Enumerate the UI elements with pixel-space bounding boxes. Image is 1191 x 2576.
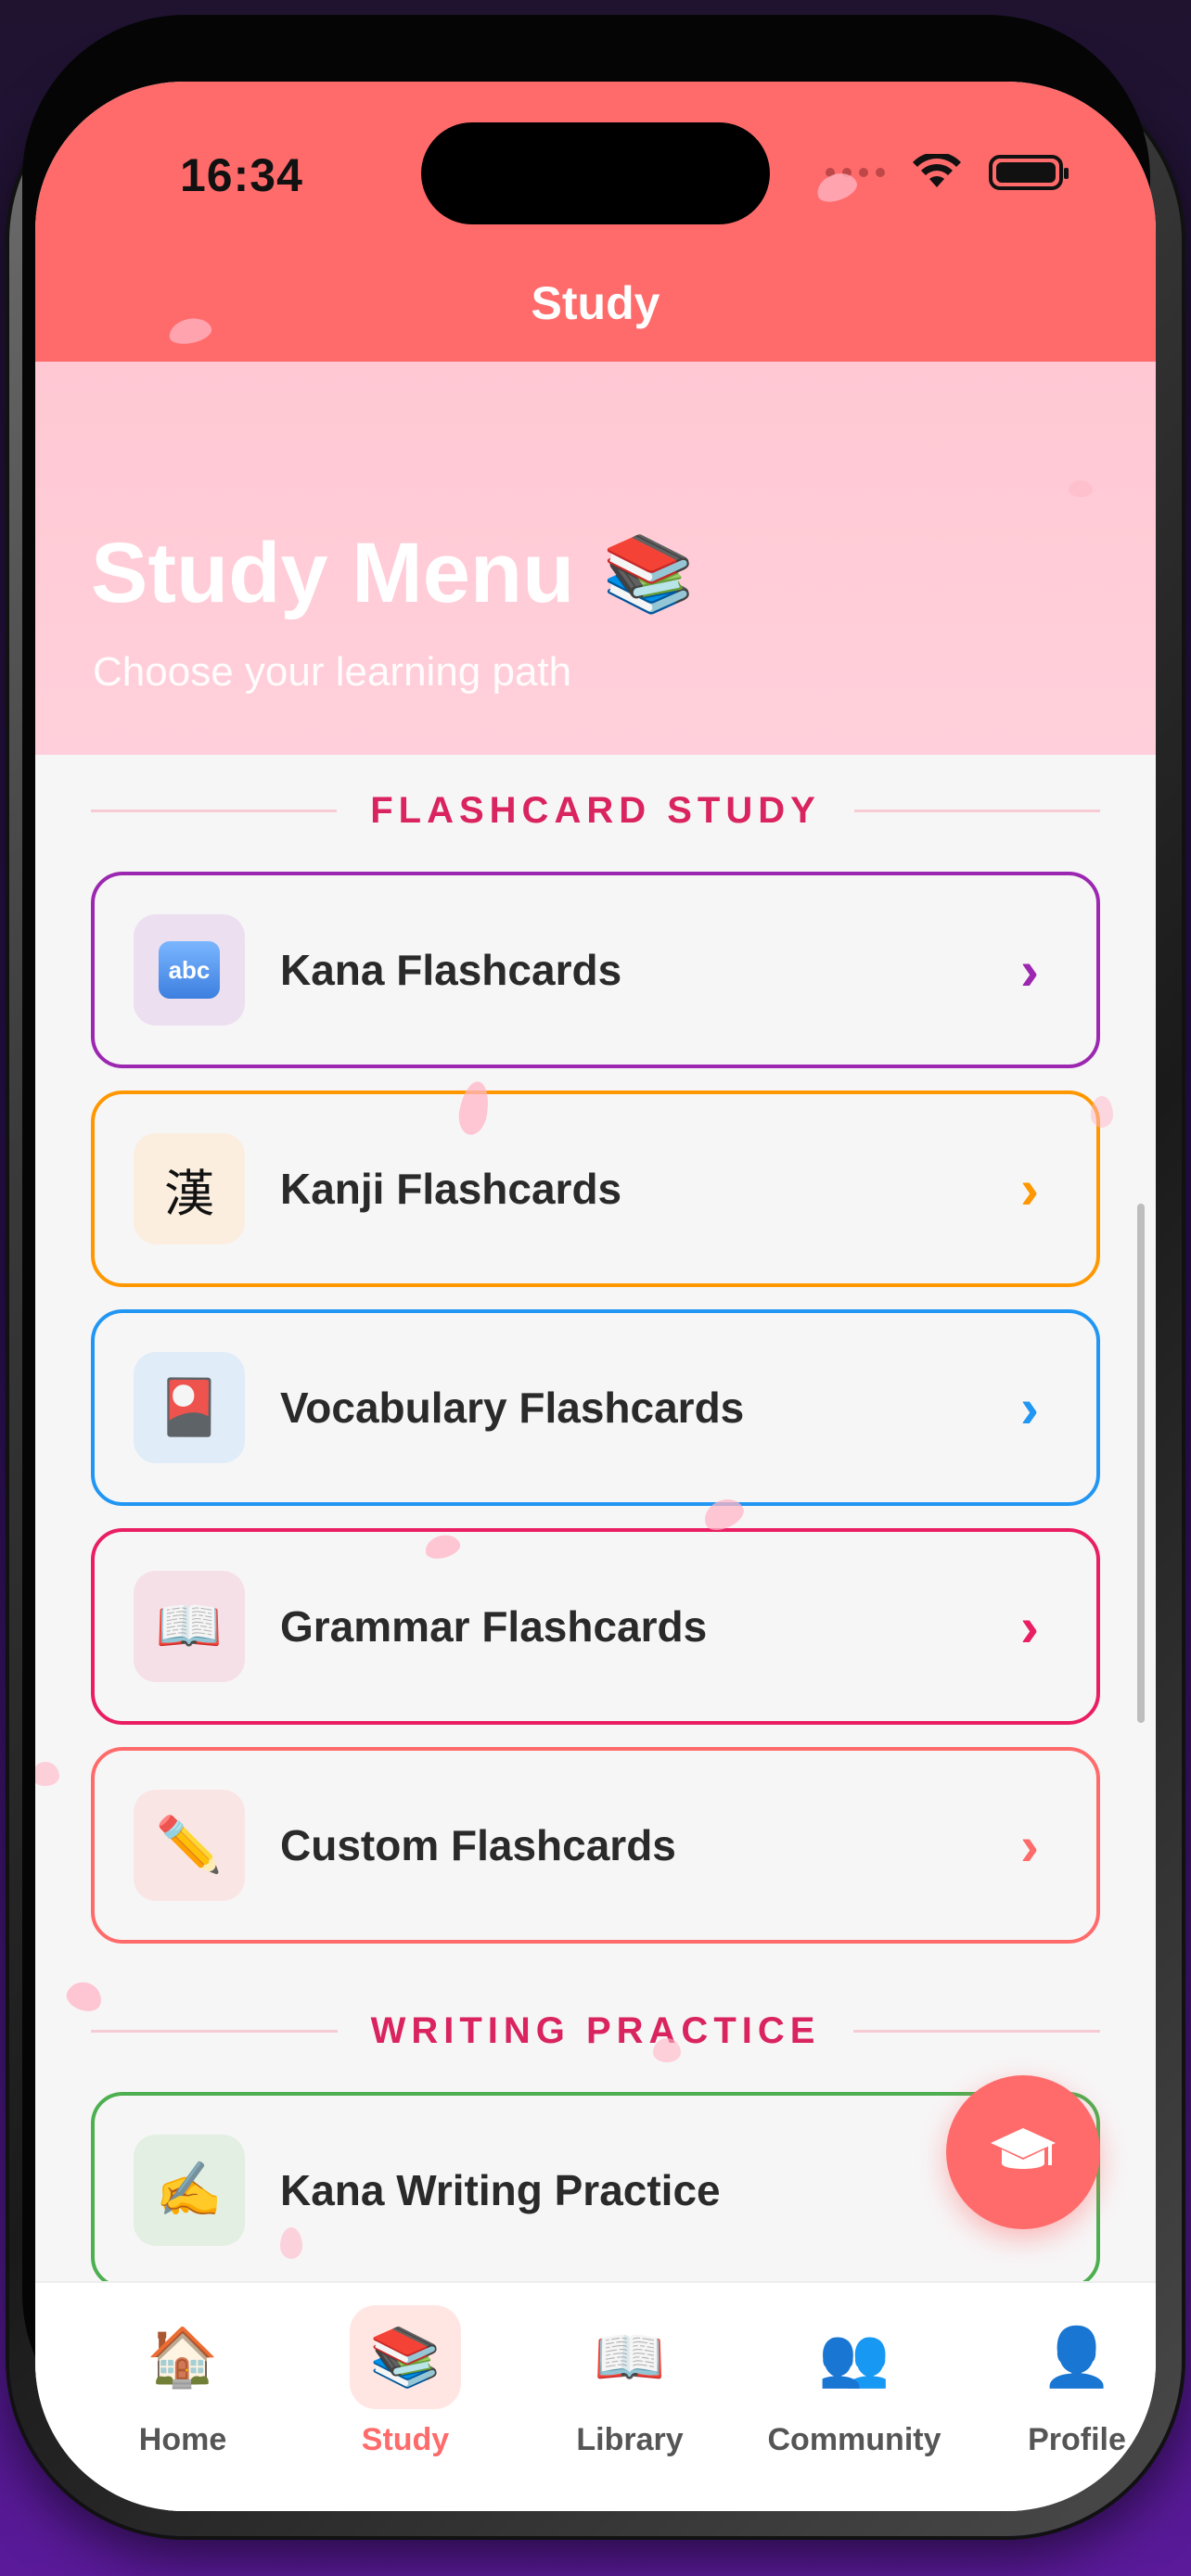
card-label: Kana Writing Practice [280,2166,721,2214]
wifi-icon [913,154,961,187]
card-icon-tile: abc [134,914,245,1026]
divider [91,809,338,812]
card-label: Kana Flashcards [280,946,622,994]
section-heading-flashcards: FLASHCARD STUDY [91,783,1101,838]
tab-label: Community [767,2422,941,2457]
red-card-icon: 🎴 [155,1377,224,1437]
books-icon: 📚 [602,531,695,615]
card-label: Custom Flashcards [280,1821,676,1869]
divider [853,2029,1100,2033]
sakura-petal-decoration [280,2227,302,2259]
card-icon-tile: ✍️ [134,2135,245,2246]
app-screen: 16:34 Study Study Menu 📚 Choose your lea… [35,82,1156,2511]
card-label: Kanji Flashcards [280,1165,622,1213]
chevron-right-icon: › [1020,1157,1039,1220]
tab-label: Profile [1028,2422,1126,2457]
pencil-icon: ✏️ [155,1815,224,1875]
tab-home[interactable]: 🏠 Home [85,2305,280,2463]
status-icons [826,154,1069,191]
chevron-right-icon: › [1020,1814,1039,1877]
chevron-right-icon: › [1020,938,1039,1001]
tab-label: Library [576,2422,684,2457]
open-book-icon: 📖 [155,1596,224,1656]
custom-flashcards-card[interactable]: ✏️ Custom Flashcards › [91,1747,1100,1944]
hero-subtitle: Choose your learning path [93,649,572,695]
sakura-petal-decoration [653,2038,681,2062]
study-fab-button[interactable] [946,2075,1100,2229]
tab-label: Home [138,2422,227,2457]
status-time: 16:34 [180,149,303,201]
bottom-tab-bar: 🏠 Home 📚 Study 📖 Library 👥 Community 👤 P… [35,2281,1156,2511]
tab-study[interactable]: 📚 Study [308,2305,503,2463]
chevron-right-icon: › [1020,1376,1039,1439]
divider [91,2029,338,2033]
dynamic-island [421,122,770,224]
tab-profile[interactable]: 👤 Profile [980,2305,1156,2463]
kana-flashcards-card[interactable]: abc Kana Flashcards › [91,872,1100,1068]
card-icon-tile: 漢 [134,1133,245,1244]
kanji-flashcards-card[interactable]: 漢 Kanji Flashcards › [91,1090,1100,1287]
books-icon: 📚 [350,2305,461,2409]
kana-writing-practice-card[interactable]: ✍️ Kana Writing Practice › [91,2092,1100,2289]
writing-hand-icon: ✍️ [155,2160,224,2220]
tab-community[interactable]: 👥 Community [757,2305,952,2463]
card-label: Grammar Flashcards [280,1602,708,1651]
card-icon-tile: 🎴 [134,1352,245,1463]
chevron-right-icon: › [1020,1595,1039,1658]
person-icon: 👤 [1041,2325,1113,2390]
kanji-icon: 漢 [164,1164,214,1223]
hero-title-text: Study Menu [91,526,575,620]
vocabulary-flashcards-card[interactable]: 🎴 Vocabulary Flashcards › [91,1309,1100,1506]
divider [853,809,1101,812]
graduation-cap-icon [991,2128,1056,2169]
scroll-indicator[interactable] [1137,1204,1145,1723]
tab-label: Study [361,2422,450,2457]
tab-library[interactable]: 📖 Library [532,2305,727,2463]
sakura-petal-decoration [1091,1096,1113,1128]
hero-title: Study Menu 📚 [91,525,695,622]
people-icon: 👥 [818,2325,890,2390]
card-label: Vocabulary Flashcards [280,1384,745,1432]
section-heading-writing: WRITING PRACTICE [91,2003,1100,2059]
sakura-petal-decoration [1069,480,1093,497]
card-icon-tile: 📖 [134,1571,245,1682]
card-icon-tile: ✏️ [134,1790,245,1901]
house-icon: 🏠 [147,2325,219,2390]
open-book-icon: 📖 [594,2325,666,2390]
grammar-flashcards-card[interactable]: 📖 Grammar Flashcards › [91,1528,1100,1725]
hero-banner: Study Menu 📚 Choose your learning path [35,362,1156,755]
abc-icon: abc [159,941,220,999]
battery-icon [989,155,1069,190]
